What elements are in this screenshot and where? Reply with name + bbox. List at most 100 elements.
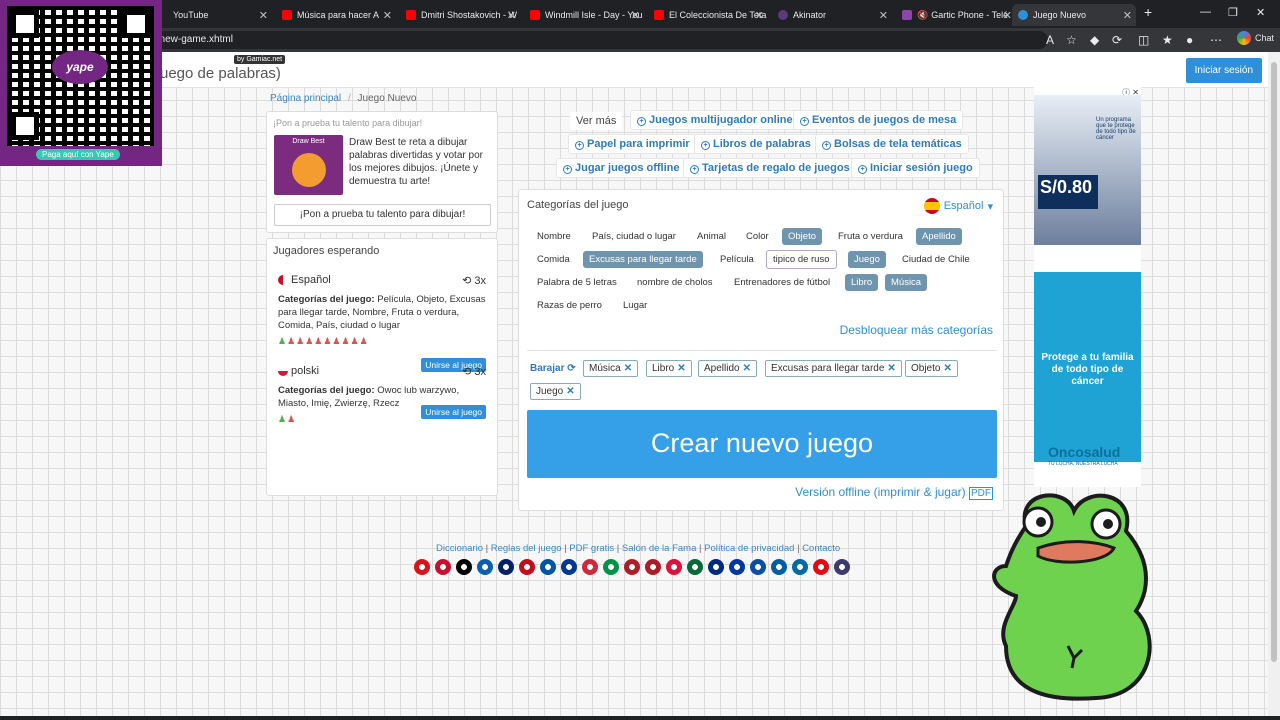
tab-akinator[interactable]: Akinator ✕	[772, 4, 892, 26]
footer-link[interactable]: PDF gratis	[569, 543, 614, 554]
category-chip-selected[interactable]: Objeto	[782, 228, 822, 245]
category-chip[interactable]: Color	[740, 228, 775, 245]
language-flag-icon[interactable]	[708, 559, 724, 575]
profile-icon[interactable]: ●	[1186, 33, 1193, 47]
language-flag-icon[interactable]	[561, 559, 577, 575]
category-chip-selected[interactable]: Juego	[848, 251, 886, 268]
split-screen-icon[interactable]: ◫	[1138, 33, 1149, 47]
footer-link[interactable]: Diccionario	[436, 543, 483, 554]
maximize-icon[interactable]: ❐	[1228, 6, 1238, 19]
footer-link[interactable]: Reglas del juego	[491, 543, 562, 554]
language-select[interactable]: Español ▾	[923, 198, 993, 214]
link-printable-paper[interactable]: + Papel para imprimir	[568, 134, 697, 154]
draw-best-image[interactable]: Draw Best	[274, 135, 343, 195]
tab-youtube[interactable]: YouTube ✕	[152, 4, 272, 26]
tab-gartic[interactable]: 🔇 Gartic Phone - Telé ✕	[896, 4, 1016, 26]
remove-tag-icon[interactable]: ✕	[887, 363, 895, 374]
new-tab-icon[interactable]: +	[1144, 4, 1152, 20]
language-flag-icon[interactable]	[624, 559, 640, 575]
gamiac-badge[interactable]: by Gamiac.net	[234, 55, 286, 64]
category-chip[interactable]: Animal	[691, 228, 732, 245]
category-chip-selected[interactable]: Apellido	[916, 228, 962, 245]
read-aloud-icon[interactable]: A	[1046, 33, 1054, 47]
tab-musica[interactable]: Música para hacer A ✕	[276, 4, 396, 26]
close-window-icon[interactable]: ✕	[1256, 6, 1265, 19]
close-icon[interactable]: ✕	[1123, 9, 1132, 22]
tab-coleccionista[interactable]: El Coleccionista De Teta ✕	[648, 4, 768, 26]
shuffle-button[interactable]: Barajar ⟳	[530, 363, 576, 374]
language-flag-icon[interactable]	[540, 559, 556, 575]
close-icon[interactable]: ✕	[755, 9, 764, 22]
copilot-chat-button[interactable]: Chat	[1236, 31, 1274, 45]
category-chip[interactable]: Ciudad de Chile	[896, 251, 976, 268]
favorites-icon[interactable]: ★	[1162, 33, 1173, 47]
language-flag-icon[interactable]	[645, 559, 661, 575]
language-flag-icon[interactable]	[687, 559, 703, 575]
login-button[interactable]: Iniciar sesión	[1185, 58, 1262, 83]
scrollbar-thumb[interactable]	[1271, 62, 1277, 662]
language-flag-icon[interactable]	[771, 559, 787, 575]
category-chip-selected[interactable]: Música	[885, 274, 928, 291]
link-gift-cards[interactable]: + Tarjetas de regalo de juegos	[683, 158, 857, 178]
language-flag-icon[interactable]	[435, 559, 451, 575]
language-flag-icon[interactable]	[582, 559, 598, 575]
menu-icon[interactable]: ⋯	[1210, 33, 1222, 47]
link-multiplayer[interactable]: + Juegos multijugador online	[630, 110, 800, 130]
remove-tag-icon[interactable]: ✕	[943, 363, 951, 374]
language-flag-icon[interactable]	[750, 559, 766, 575]
category-chip[interactable]: País, ciudad o lugar	[586, 228, 682, 245]
category-chip[interactable]: Comida	[531, 251, 576, 268]
language-flag-icon[interactable]	[834, 559, 850, 575]
remove-tag-icon[interactable]: ✕	[743, 363, 751, 374]
category-chip[interactable]: nombre de cholos	[631, 274, 719, 291]
language-flag-icon[interactable]	[792, 559, 808, 575]
category-chip[interactable]: Palabra de 5 letras	[531, 274, 623, 291]
remove-tag-icon[interactable]: ✕	[677, 363, 685, 374]
tab-shostakovich[interactable]: Dmitri Shostakovich - W ✕	[400, 4, 520, 26]
close-icon[interactable]: ✕	[631, 9, 640, 22]
category-chip[interactable]: Nombre	[531, 228, 577, 245]
close-icon[interactable]: ✕	[879, 9, 888, 22]
tab-juego-nuevo[interactable]: Juego Nuevo ✕	[1012, 4, 1136, 26]
site-title[interactable]: uego de palabras)	[160, 65, 281, 82]
offline-version-link[interactable]: Versión offline (imprimir & jugar) PDF	[795, 485, 993, 500]
close-icon[interactable]: ✕	[259, 9, 268, 22]
link-tote-bags[interactable]: + Bolsas de tela temáticas	[815, 134, 969, 154]
link-offline-games[interactable]: + Jugar juegos offline	[556, 158, 687, 178]
footer-link[interactable]: Política de privacidad	[704, 543, 794, 554]
category-chip-hover[interactable]: tipico de ruso	[766, 250, 837, 269]
extension-icon[interactable]: ◆	[1090, 33, 1099, 47]
link-board-events[interactable]: + Eventos de juegos de mesa	[793, 110, 964, 130]
language-flag-icon[interactable]	[414, 559, 430, 575]
category-chip[interactable]: Entrenadores de fútbol	[728, 274, 836, 291]
language-flag-icon[interactable]	[498, 559, 514, 575]
create-game-button[interactable]: Crear nuevo juego	[527, 410, 997, 478]
language-flag-icon[interactable]	[729, 559, 745, 575]
category-chip-selected[interactable]: Libro	[845, 274, 879, 291]
join-game-button[interactable]: Unirse al juego	[421, 405, 486, 419]
remove-tag-icon[interactable]: ✕	[624, 363, 632, 374]
breadcrumb-home[interactable]: Página principal	[270, 93, 341, 104]
close-icon[interactable]: ✕	[507, 9, 516, 22]
category-chip-selected[interactable]: Excusas para llegar tarde	[583, 251, 703, 268]
category-chip[interactable]: Lugar	[617, 297, 653, 314]
footer-link[interactable]: Salón de la Fama	[622, 543, 696, 554]
link-login-game[interactable]: + Iniciar sesión juego	[851, 158, 980, 178]
footer-link[interactable]: Contacto	[802, 543, 840, 554]
ad-banner[interactable]: ⓘ ✕ Un programa que te protege de todo t…	[1034, 87, 1141, 487]
category-chip[interactable]: Fruta o verdura	[832, 228, 909, 245]
language-flag-icon[interactable]	[519, 559, 535, 575]
url-field[interactable]: t/new-game.xhtml	[148, 31, 1048, 49]
unlock-categories-link[interactable]: Desbloquear más categorías	[840, 323, 993, 337]
language-flag-icon[interactable]	[813, 559, 829, 575]
language-flag-icon[interactable]	[603, 559, 619, 575]
refresh-icon[interactable]: ⟳	[1112, 33, 1122, 47]
close-icon[interactable]: ✕	[383, 9, 392, 22]
muted-speaker-icon[interactable]: 🔇	[917, 10, 928, 21]
promo-button[interactable]: ¡Pon a prueba tu talento para dibujar!	[274, 204, 491, 226]
tab-windmill[interactable]: Windmill Isle - Day - You ✕	[524, 4, 644, 26]
language-flag-icon[interactable]	[477, 559, 493, 575]
link-word-books[interactable]: + Libros de palabras	[694, 134, 818, 154]
language-flag-icon[interactable]	[456, 559, 472, 575]
remove-tag-icon[interactable]: ✕	[566, 386, 574, 397]
